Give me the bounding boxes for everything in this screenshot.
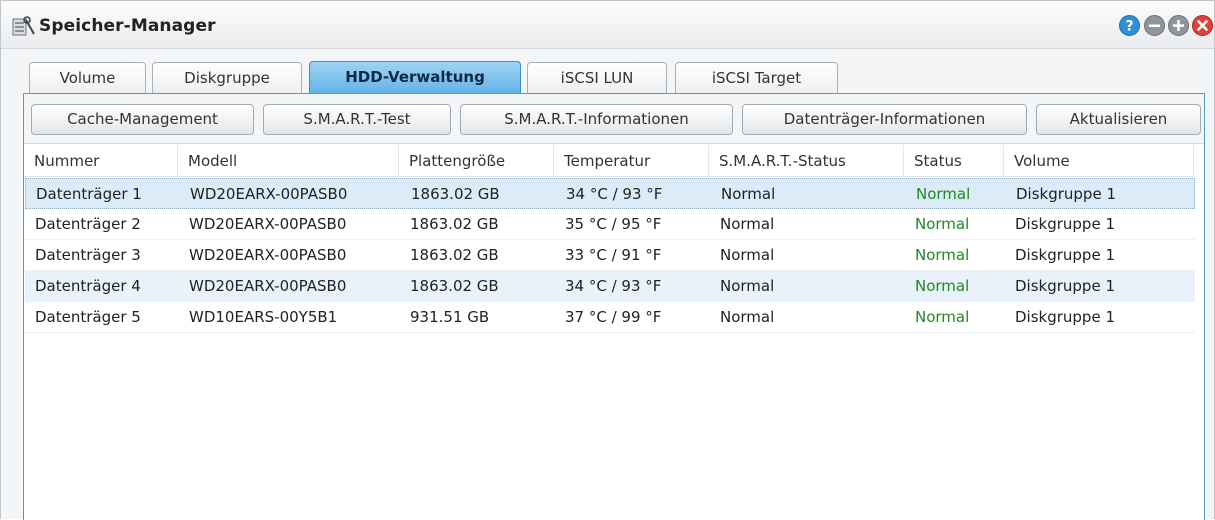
cell-volume: Diskgruppe 1	[1016, 185, 1116, 203]
cell-smart-status: Normal	[720, 215, 775, 233]
cell-nummer: Datenträger 1	[36, 185, 142, 203]
tab-iscsi-lun[interactable]: iSCSI LUN	[527, 62, 667, 94]
cell-nummer: Datenträger 3	[35, 246, 141, 264]
column-plattengroesse[interactable]: Plattengröße	[399, 145, 554, 177]
cell-status: Normal	[915, 277, 970, 295]
cell-smart-status: Normal	[721, 185, 776, 203]
maximize-icon[interactable]	[1168, 15, 1189, 36]
cell-modell: WD20EARX-00PASB0	[189, 215, 347, 233]
cell-temperatur: 34 °C / 93 °F	[565, 277, 662, 295]
cell-groesse: 1863.02 GB	[410, 246, 499, 264]
cell-status: Normal	[915, 246, 970, 264]
cell-temperatur: 37 °C / 99 °F	[565, 308, 662, 326]
cell-status: Normal	[915, 215, 970, 233]
cell-temperatur: 35 °C / 95 °F	[565, 215, 662, 233]
table-row[interactable]: Datenträger 1 WD20EARX-00PASB0 1863.02 G…	[25, 178, 1195, 209]
close-icon[interactable]	[1192, 15, 1213, 36]
toolbar: Cache-Management S.M.A.R.T.-Test S.M.A.R…	[24, 94, 1204, 144]
tab-diskgruppe[interactable]: Diskgruppe	[152, 62, 302, 94]
cell-groesse: 1863.02 GB	[411, 185, 500, 203]
cell-smart-status: Normal	[720, 308, 775, 326]
cell-volume: Diskgruppe 1	[1015, 246, 1115, 264]
column-status[interactable]: Status	[904, 145, 1004, 177]
cell-groesse: 1863.02 GB	[410, 215, 499, 233]
cell-volume: Diskgruppe 1	[1015, 308, 1115, 326]
table-row[interactable]: Datenträger 2 WD20EARX-00PASB0 1863.02 G…	[25, 209, 1195, 240]
table-row[interactable]: Datenträger 3 WD20EARX-00PASB0 1863.02 G…	[25, 240, 1195, 271]
column-nummer[interactable]: Nummer	[24, 145, 178, 177]
storage-manager-icon	[12, 15, 36, 37]
minimize-icon[interactable]	[1144, 15, 1165, 36]
cell-status: Normal	[915, 308, 970, 326]
column-modell[interactable]: Modell	[178, 145, 399, 177]
cell-modell: WD20EARX-00PASB0	[189, 277, 347, 295]
cell-modell: WD10EARS-00Y5B1	[189, 308, 338, 326]
table-header: Nummer Modell Plattengröße Temperatur S.…	[24, 145, 1194, 177]
table-body: Datenträger 1 WD20EARX-00PASB0 1863.02 G…	[25, 178, 1195, 333]
cell-groesse: 1863.02 GB	[410, 277, 499, 295]
tab-iscsi-target[interactable]: iSCSI Target	[675, 62, 838, 94]
cell-nummer: Datenträger 5	[35, 308, 141, 326]
hdd-management-panel: Cache-Management S.M.A.R.T.-Test S.M.A.R…	[23, 93, 1205, 520]
smart-test-button[interactable]: S.M.A.R.T.-Test	[263, 104, 451, 135]
cell-modell: WD20EARX-00PASB0	[190, 185, 348, 203]
cache-management-button[interactable]: Cache-Management	[31, 104, 254, 135]
window-title: Speicher-Manager	[39, 16, 216, 36]
cell-nummer: Datenträger 2	[35, 215, 141, 233]
table-row[interactable]: Datenträger 4 WD20EARX-00PASB0 1863.02 G…	[25, 271, 1195, 302]
column-smart-status[interactable]: S.M.A.R.T.-Status	[709, 145, 904, 177]
cell-modell: WD20EARX-00PASB0	[189, 246, 347, 264]
cell-smart-status: Normal	[720, 246, 775, 264]
refresh-button[interactable]: Aktualisieren	[1036, 104, 1201, 135]
storage-manager-window: Speicher-Manager ? Volume Diskgruppe HDD…	[0, 0, 1215, 520]
cell-smart-status: Normal	[720, 277, 775, 295]
tab-hdd-verwaltung[interactable]: HDD-Verwaltung	[309, 61, 521, 95]
cell-volume: Diskgruppe 1	[1015, 277, 1115, 295]
cell-temperatur: 33 °C / 91 °F	[565, 246, 662, 264]
svg-text:?: ?	[1125, 19, 1133, 35]
disk-info-button[interactable]: Datenträger-Informationen	[742, 104, 1027, 135]
column-volume[interactable]: Volume	[1004, 145, 1194, 177]
cell-volume: Diskgruppe 1	[1015, 215, 1115, 233]
cell-status: Normal	[916, 185, 971, 203]
tab-volume[interactable]: Volume	[29, 62, 146, 94]
cell-temperatur: 34 °C / 93 °F	[566, 185, 663, 203]
title-bar: Speicher-Manager ?	[1, 1, 1214, 49]
cell-nummer: Datenträger 4	[35, 277, 141, 295]
table-row[interactable]: Datenträger 5 WD10EARS-00Y5B1 931.51 GB …	[25, 302, 1195, 333]
cell-groesse: 931.51 GB	[410, 308, 490, 326]
help-icon[interactable]: ?	[1119, 15, 1140, 36]
column-temperatur[interactable]: Temperatur	[554, 145, 709, 177]
smart-info-button[interactable]: S.M.A.R.T.-Informationen	[460, 104, 733, 135]
